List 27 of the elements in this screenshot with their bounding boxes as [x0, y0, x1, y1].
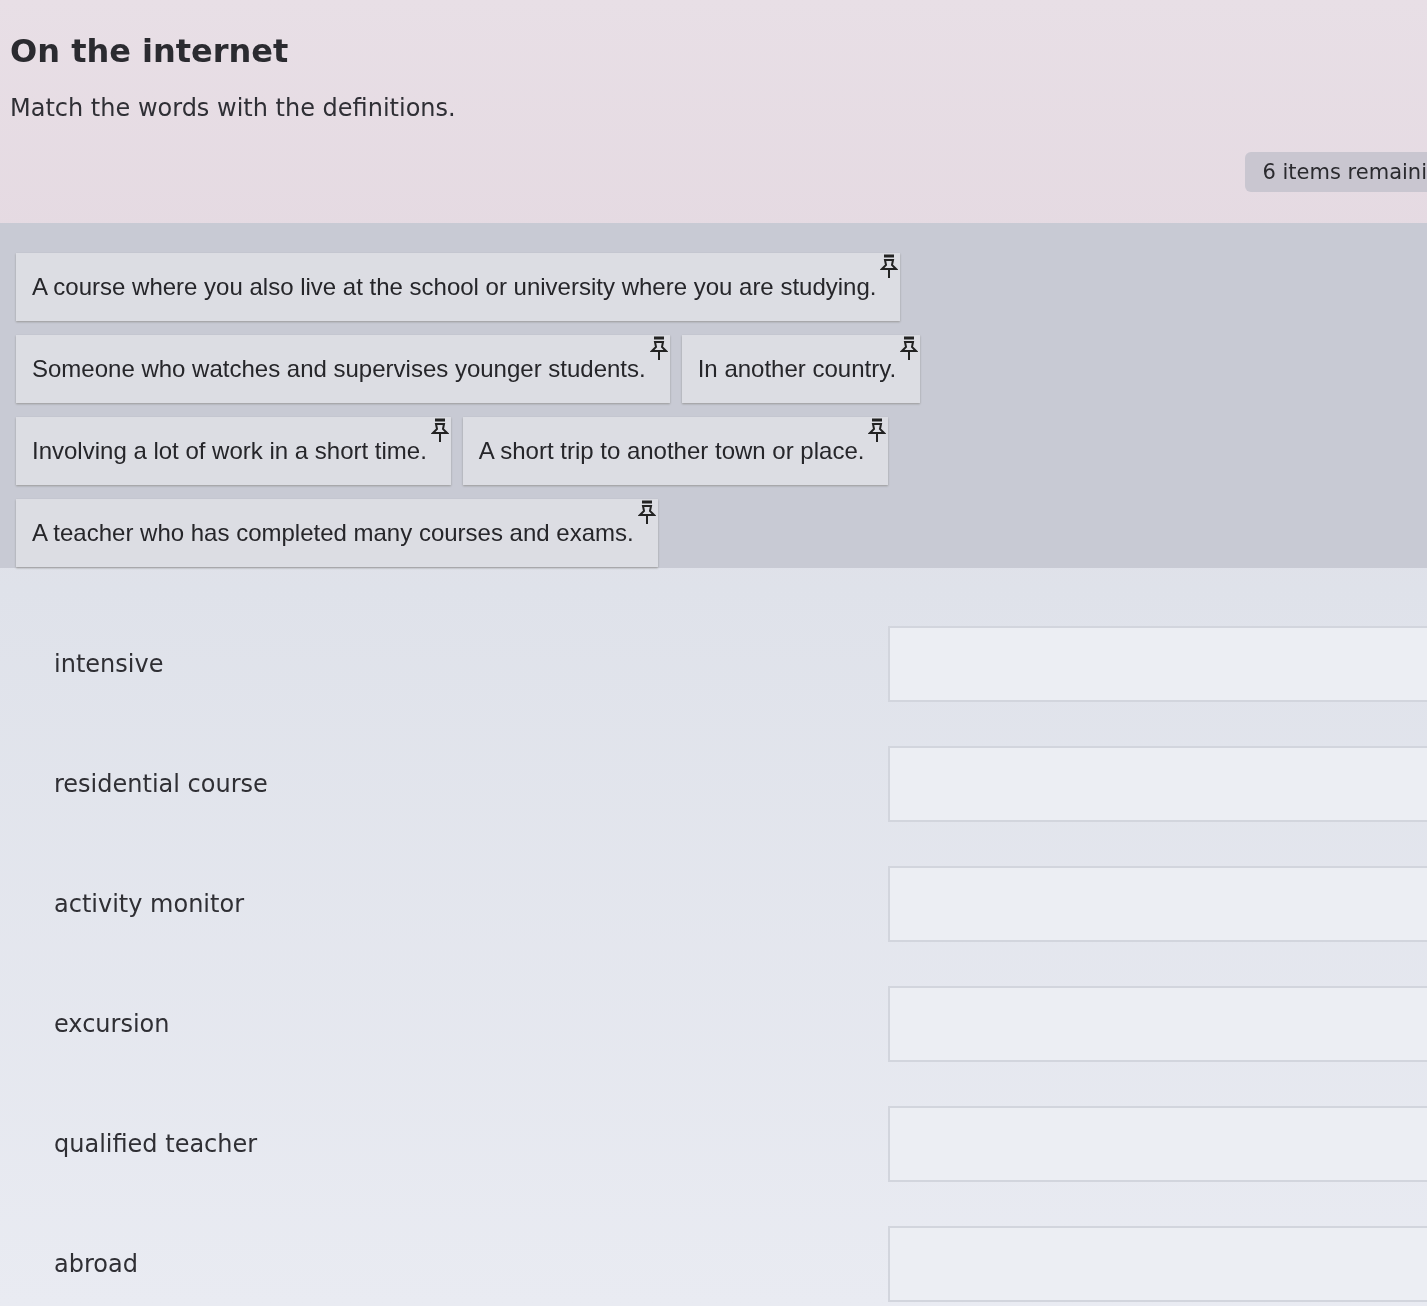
- instruction-text: Match the words with the definitions.: [10, 94, 457, 122]
- exercise-title: On the internet: [10, 32, 290, 70]
- pin-icon: [900, 336, 919, 362]
- definition-card[interactable]: In another country.: [681, 335, 921, 403]
- word-label: abroad: [53, 1250, 139, 1278]
- word-label: excursion: [53, 1010, 171, 1038]
- drop-zone[interactable]: [888, 626, 1427, 702]
- pin-icon: [637, 500, 656, 526]
- drop-zone[interactable]: [888, 986, 1427, 1062]
- word-label: activity monitor: [53, 890, 245, 918]
- definition-card[interactable]: Someone who watches and supervises younger students.: [16, 335, 670, 403]
- pin-icon: [430, 418, 449, 444]
- word-label: qualified teacher: [53, 1130, 259, 1158]
- pin-icon: [880, 254, 899, 280]
- definition-card[interactable]: A short trip to another town or place.: [462, 417, 889, 485]
- definition-card[interactable]: Involving a lot of work in a short time.: [16, 417, 451, 485]
- pin-icon: [868, 418, 887, 444]
- drop-zone[interactable]: [888, 1226, 1427, 1302]
- drop-zone[interactable]: [888, 866, 1427, 942]
- items-remaining-badge: 6 items remaini: [1244, 152, 1427, 192]
- word-label: residential course: [53, 770, 269, 798]
- definition-card[interactable]: A teacher who has completed many courses and exams.: [16, 499, 658, 567]
- definition-card[interactable]: A course where you also live at the school or university where you are studying.: [16, 253, 901, 321]
- word-label: intensive: [53, 650, 165, 678]
- drop-zone[interactable]: [888, 1106, 1427, 1182]
- drop-zone[interactable]: [888, 746, 1427, 822]
- pin-icon: [649, 336, 668, 362]
